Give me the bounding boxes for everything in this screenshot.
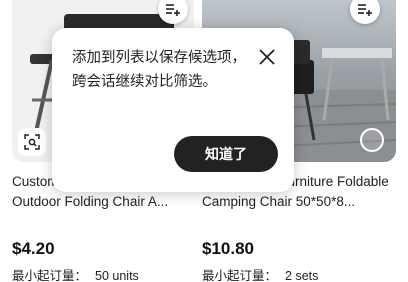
min-order-quantity: 最小起订量： 2 sets [202, 268, 396, 282]
moq-label: 最小起订量： [12, 269, 88, 282]
add-to-list-icon [166, 4, 180, 16]
product-price: $4.20 [12, 239, 55, 258]
min-order-quantity: 最小起订量： 50 units [12, 268, 194, 282]
product-price: $10.80 [202, 239, 254, 258]
tooltip-close-button[interactable] [256, 46, 278, 68]
got-it-button[interactable]: 知道了 [174, 136, 278, 172]
tooltip-message: 添加到列表以保存候选项，跨会话继续对比筛选。 [72, 50, 246, 90]
select-circle-icon[interactable] [360, 128, 384, 152]
image-search-button[interactable] [18, 128, 46, 156]
image-search-icon [24, 134, 40, 150]
moq-value: 2 sets [285, 269, 319, 282]
moq-label: 最小起订量： [202, 269, 278, 282]
moq-value: 50 units [95, 269, 139, 282]
onboarding-tooltip: 添加到列表以保存候选项，跨会话继续对比筛选。 知道了 [52, 28, 294, 192]
close-icon [259, 49, 275, 65]
add-to-list-icon [358, 4, 372, 16]
